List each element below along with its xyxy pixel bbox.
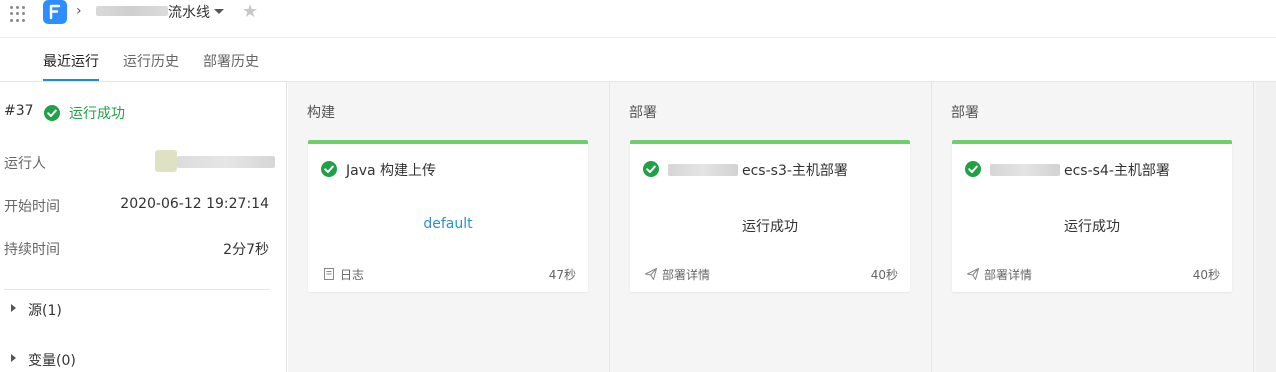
apps-grid-icon[interactable] — [10, 6, 26, 22]
job-name[interactable]: ecs-s4-主机部署 — [1064, 160, 1170, 180]
project-name-redacted[interactable] — [96, 6, 168, 16]
run-info-panel: #37 运行成功 运行人 开始时间 2020-06-12 19:27:14 持续… — [0, 82, 287, 372]
job-name-redacted — [668, 164, 738, 176]
start-time-value: 2020-06-12 19:27:14 — [120, 196, 269, 212]
send-icon — [645, 268, 657, 280]
tab-deploy-history[interactable]: 部署历史 — [203, 51, 259, 71]
job-card[interactable]: ecs-s3-主机部署 运行成功 部署详情 40秒 — [630, 140, 910, 292]
job-card[interactable]: Java 构建上传 default 日志 47秒 — [308, 140, 588, 292]
stage-column: 构建 Java 构建上传 default 日志 47秒 — [288, 82, 610, 372]
job-name[interactable]: ecs-s3-主机部署 — [742, 160, 848, 180]
deploy-details-link[interactable]: 部署详情 — [984, 266, 1032, 283]
stage-title: 部署 — [629, 105, 657, 121]
avatar — [155, 150, 177, 172]
job-duration: 47秒 — [548, 268, 576, 282]
duration-value: 2分7秒 — [223, 242, 269, 258]
tab-recent-runs[interactable]: 最近运行 — [43, 51, 99, 71]
success-check-icon — [321, 161, 337, 177]
send-icon — [967, 268, 979, 280]
run-status: 运行成功 — [69, 106, 125, 122]
job-log-link[interactable]: 日志 — [340, 266, 364, 283]
caret-right-icon[interactable] — [11, 304, 16, 312]
success-check-icon — [965, 161, 981, 177]
document-icon — [324, 268, 334, 280]
section-sources[interactable]: 源(1) — [28, 300, 62, 320]
app-logo[interactable] — [43, 0, 67, 24]
top-bar: › 流水线 ★ — [0, 0, 1276, 38]
active-tab-indicator — [43, 79, 99, 81]
job-center-status: 运行成功 — [1064, 219, 1120, 235]
pipeline-title[interactable]: 流水线 — [168, 2, 210, 22]
success-check-icon — [643, 161, 659, 177]
job-name-redacted — [990, 164, 1060, 176]
section-variables[interactable]: 变量(0) — [28, 350, 76, 370]
deploy-details-link[interactable]: 部署详情 — [662, 266, 710, 283]
stage-title: 部署 — [951, 105, 979, 121]
divider — [4, 289, 270, 290]
caret-right-icon[interactable] — [11, 354, 16, 362]
star-icon[interactable]: ★ — [242, 1, 258, 22]
job-name[interactable]: Java 构建上传 — [346, 160, 436, 180]
runner-label: 运行人 — [4, 156, 46, 172]
tab-run-history[interactable]: 运行历史 — [123, 51, 179, 71]
job-card[interactable]: ecs-s4-主机部署 运行成功 部署详情 40秒 — [952, 140, 1232, 292]
success-check-icon — [44, 105, 60, 121]
chevron-down-icon[interactable] — [214, 9, 224, 14]
job-center-status: 运行成功 — [742, 219, 798, 235]
start-time-label: 开始时间 — [4, 199, 60, 215]
scroll-area-edge — [1256, 82, 1276, 372]
duration-label: 持续时间 — [4, 242, 60, 258]
stage-column: 部署 ecs-s4-主机部署 运行成功 部署详情 40秒 — [932, 82, 1254, 372]
job-duration: 40秒 — [1192, 268, 1220, 282]
chevron-right-icon: › — [76, 3, 82, 19]
job-center-link[interactable]: default — [308, 216, 588, 232]
stage-column: 部署 ecs-s3-主机部署 运行成功 部署详情 40秒 — [610, 82, 932, 372]
run-number: #37 — [4, 103, 34, 119]
tab-bar: 最近运行 运行历史 部署历史 — [0, 38, 1276, 82]
job-duration: 40秒 — [870, 268, 898, 282]
runner-name-redacted — [177, 156, 275, 168]
stage-title: 构建 — [307, 105, 335, 121]
stages-area: 构建 Java 构建上传 default 日志 47秒 部署 ecs-s3-主机… — [288, 82, 1276, 372]
